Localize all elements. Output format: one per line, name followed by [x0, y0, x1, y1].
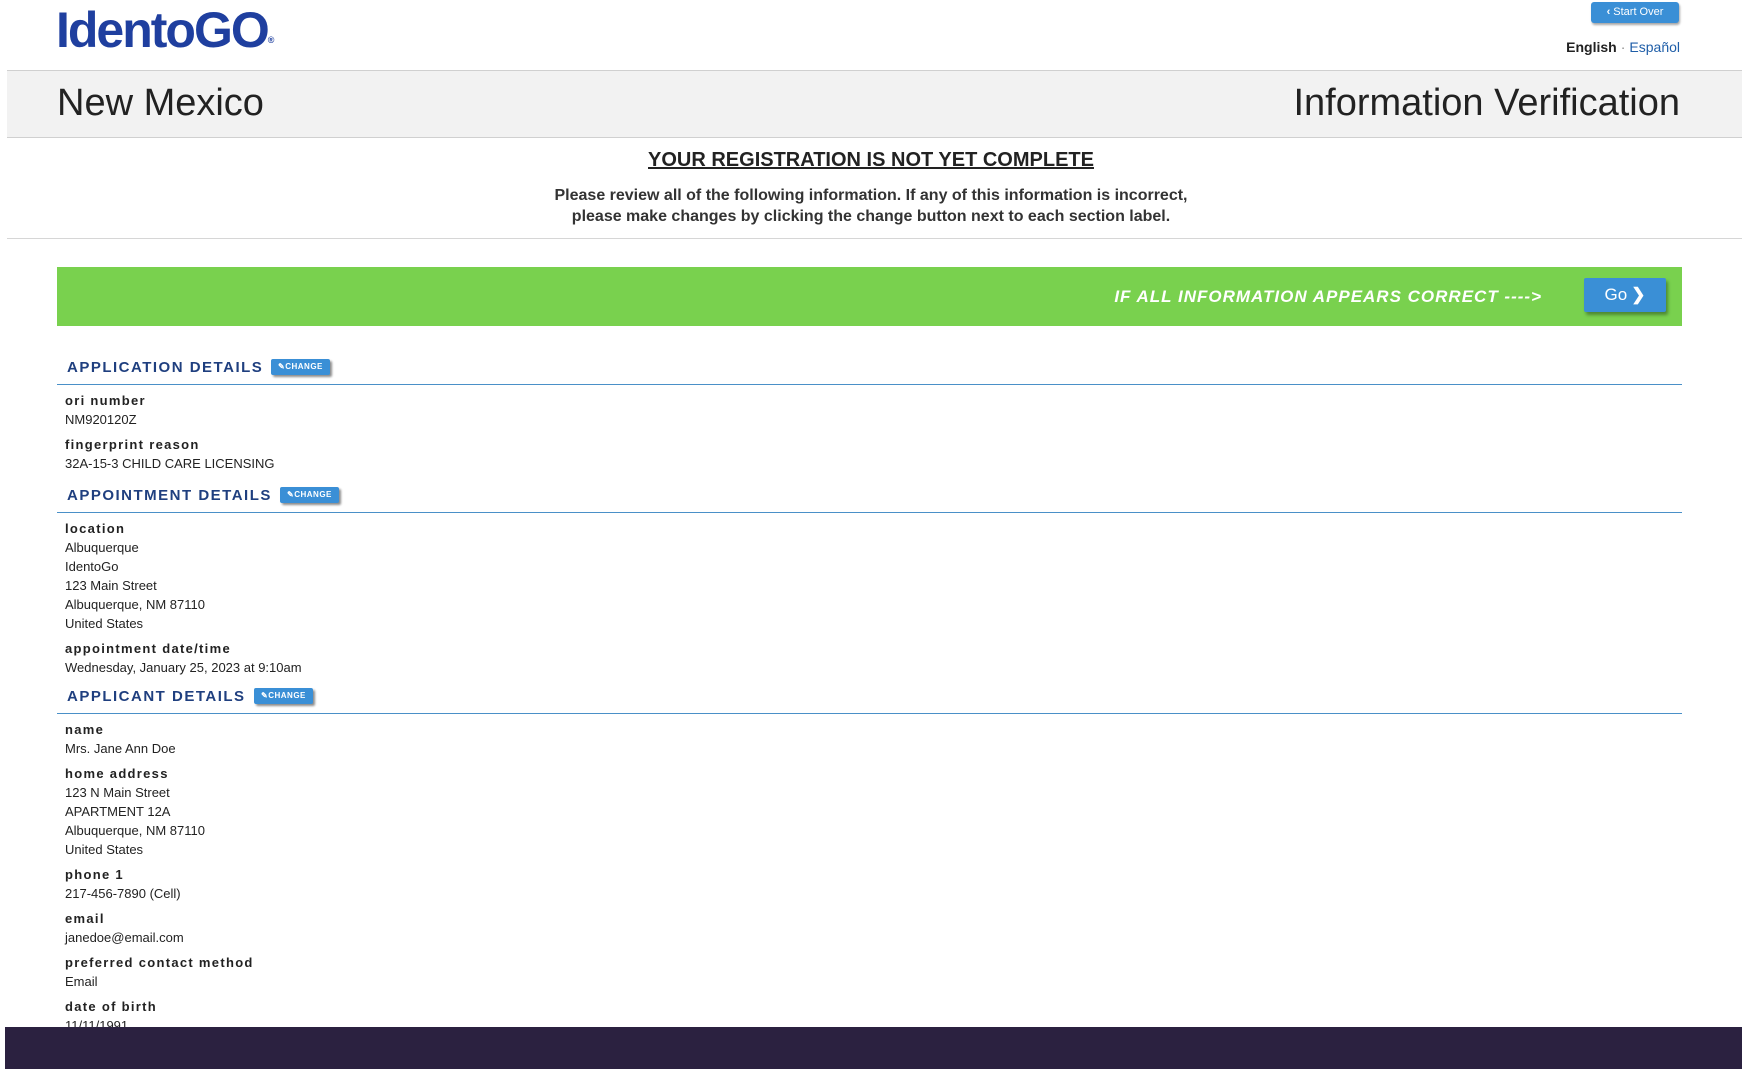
appointment-details-section: APPOINTMENT DETAILS ✎CHANGE location Alb…: [57, 485, 1682, 677]
change-label: CHANGE: [285, 362, 323, 371]
change-appointment-button[interactable]: ✎CHANGE: [280, 487, 339, 503]
field-value: Albuquerque, NM 87110: [65, 597, 205, 612]
field-home-address: home address 123 N Main Street APARTMENT…: [65, 765, 1682, 859]
field-value: 123 N Main Street: [65, 785, 170, 800]
section-title: APPLICANT DETAILS: [67, 688, 246, 705]
field-label: date of birth: [65, 999, 158, 1014]
field-label: email: [65, 911, 105, 926]
field-value: Albuquerque: [65, 540, 139, 555]
field-label: name: [65, 722, 105, 737]
lang-english-link[interactable]: English: [1566, 39, 1617, 55]
instructions-line-1: Please review all of the following infor…: [554, 187, 1188, 204]
field-label: appointment date/time: [65, 641, 231, 656]
field-ori-number: ori number NM920120Z: [65, 392, 1682, 429]
start-over-label: Start Over: [1613, 6, 1664, 18]
change-applicant-button[interactable]: ✎CHANGE: [254, 688, 313, 704]
review-instructions: Please review all of the following infor…: [0, 185, 1742, 227]
divider: [7, 238, 1742, 239]
field-value: IdentoGo: [65, 559, 119, 574]
field-value: Mrs. Jane Ann Doe: [65, 741, 176, 756]
section-header: APPLICATION DETAILS ✎CHANGE: [57, 357, 1682, 385]
field-label: fingerprint reason: [65, 437, 200, 452]
footer-bar: [5, 1027, 1742, 1069]
section-title: APPOINTMENT DETAILS: [67, 487, 272, 504]
field-value: 217-456-7890 (Cell): [65, 886, 181, 901]
state-title: New Mexico: [57, 82, 264, 124]
logo-text: IdentoGO: [56, 2, 270, 58]
registration-incomplete-heading: YOUR REGISTRATION IS NOT YET COMPLETE: [648, 149, 1094, 171]
field-appointment-datetime: appointment date/time Wednesday, January…: [65, 640, 1682, 677]
field-value: NM920120Z: [65, 412, 137, 427]
confirm-prompt: IF ALL INFORMATION APPEARS CORRECT ---->: [1114, 287, 1542, 306]
page: IdentoGO® ‹ Start Over English · Español Ne…: [0, 0, 1742, 1069]
application-details-section: APPLICATION DETAILS ✎CHANGE ori number N…: [57, 357, 1682, 473]
confirm-bar: IF ALL INFORMATION APPEARS CORRECT ---->…: [57, 267, 1682, 326]
field-phone-1: phone 1 217-456-7890 (Cell): [65, 866, 1682, 903]
field-label: home address: [65, 766, 169, 781]
instructions-line-2: please make changes by clicking the chan…: [571, 208, 1171, 225]
field-value: United States: [65, 842, 144, 857]
change-label: CHANGE: [294, 490, 332, 499]
change-application-button[interactable]: ✎CHANGE: [271, 359, 330, 375]
go-button[interactable]: Go ❯: [1584, 278, 1666, 312]
section-title: APPLICATION DETAILS: [67, 359, 264, 376]
field-label: phone 1: [65, 867, 124, 882]
field-value: Albuquerque, NM 87110: [65, 823, 205, 838]
page-title: Information Verification: [1293, 82, 1680, 124]
registered-mark: ®: [267, 35, 275, 45]
field-label: preferred contact method: [65, 955, 254, 970]
field-label: location: [65, 521, 126, 536]
field-value: Email: [65, 974, 98, 989]
section-header: APPOINTMENT DETAILS ✎CHANGE: [57, 485, 1682, 513]
section-header: APPLICANT DETAILS ✎CHANGE: [57, 686, 1682, 714]
applicant-details-section: APPLICANT DETAILS ✎CHANGE name Mrs. Jane…: [57, 686, 1682, 1035]
field-name: name Mrs. Jane Ann Doe: [65, 721, 1682, 758]
lang-spanish-link[interactable]: Español: [1629, 39, 1680, 55]
change-label: CHANGE: [268, 691, 306, 700]
field-fingerprint-reason: fingerprint reason 32A-15-3 CHILD CARE L…: [65, 436, 1682, 473]
identogo-logo[interactable]: IdentoGO®: [56, 2, 274, 58]
lang-separator: ·: [1620, 39, 1626, 55]
start-over-button[interactable]: ‹ Start Over: [1591, 2, 1679, 23]
go-label: Go: [1604, 285, 1628, 304]
field-email: email janedoe@email.com: [65, 910, 1682, 947]
language-switcher: English · Español: [1566, 39, 1680, 55]
field-value: 123 Main Street: [65, 578, 157, 593]
field-value: Wednesday, January 25, 2023 at 9:10am: [65, 660, 302, 675]
field-value: 32A-15-3 CHILD CARE LICENSING: [65, 456, 275, 471]
field-label: ori number: [65, 393, 146, 408]
chevron-right-icon: ❯: [1631, 285, 1646, 304]
field-value: janedoe@email.com: [65, 930, 184, 945]
field-value: APARTMENT 12A: [65, 804, 171, 819]
field-preferred-contact: preferred contact method Email: [65, 954, 1682, 991]
field-location: location Albuquerque IdentoGo 123 Main S…: [65, 520, 1682, 633]
chevron-left-icon: ‹: [1606, 6, 1611, 18]
field-value: United States: [65, 616, 144, 631]
